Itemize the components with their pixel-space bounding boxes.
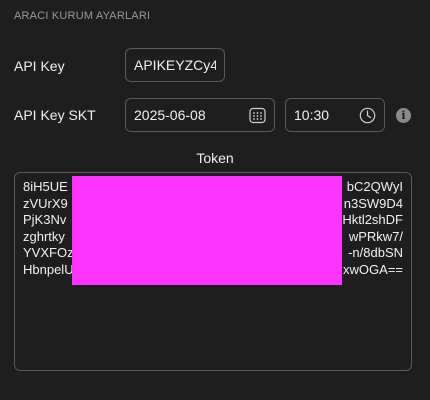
api-key-skt-time-input[interactable]: 10:30	[285, 98, 385, 132]
redaction-block	[72, 176, 342, 285]
token-label: Token	[196, 150, 234, 166]
token-line-left: 8iH5UE	[23, 179, 68, 194]
clock-icon[interactable]	[358, 106, 376, 124]
api-key-skt-date-value: 2025-06-08	[134, 107, 206, 123]
token-line-right: n3SW9D4	[343, 195, 403, 211]
token-line-left: PjK3Nv	[23, 212, 67, 227]
api-key-skt-label: API Key SKT	[14, 107, 96, 123]
token-line-left: zVUrX9	[23, 195, 68, 211]
token-line-left: HbnpelU	[23, 261, 74, 277]
api-key-skt-time-value: 10:30	[294, 107, 330, 123]
section-title: ARACI KURUM AYARLARI	[14, 10, 151, 22]
token-line-right: xwOGA==	[343, 261, 403, 277]
token-line-right: wPRkw7/	[348, 228, 403, 244]
token-line-right: Hktl2shDF	[342, 212, 403, 227]
api-key-input[interactable]: APIKEYZCy4	[125, 48, 225, 82]
api-key-skt-date-input[interactable]: 2025-06-08	[125, 98, 275, 132]
token-line-right: bC2QWyI	[346, 179, 403, 194]
api-key-label: API Key	[14, 58, 65, 74]
api-key-value: APIKEYZCy4	[134, 57, 216, 73]
info-icon[interactable]: i	[396, 108, 411, 123]
token-line-left: YVXFOz	[23, 245, 74, 260]
token-line-right: -n/8dbSN	[348, 245, 403, 260]
token-line-left: zghrtky	[23, 228, 65, 244]
calendar-icon[interactable]	[248, 106, 266, 124]
